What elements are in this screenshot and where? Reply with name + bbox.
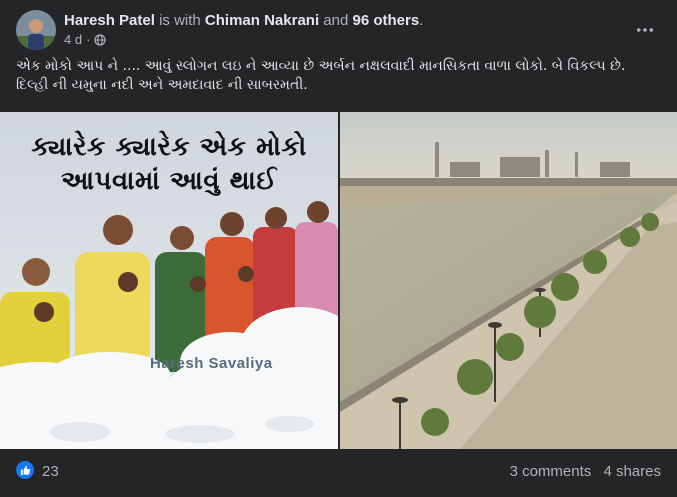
photo-right[interactable] bbox=[340, 112, 677, 449]
post-meta: 4 d · bbox=[64, 32, 107, 48]
shares-count[interactable]: 4 shares bbox=[603, 463, 661, 480]
post-stats: 3 comments 4 shares bbox=[502, 463, 661, 480]
post-author-line: Haresh Patel is with Chiman Nakrani and … bbox=[64, 12, 423, 30]
reactions-count[interactable]: 23 bbox=[42, 463, 59, 480]
poster-title: ક્યારેક ક્યારેક એક મોકો આપવામાં આવું થાઈ bbox=[0, 130, 338, 198]
photo-watermark: Haresh Savaliya bbox=[150, 355, 273, 372]
post-text-line-2: દિલ્હી ની યમુના નદી અને અમદાવાદ ની સાબરમ… bbox=[16, 77, 308, 93]
feed-post: Haresh Patel is with Chiman Nakrani and … bbox=[0, 0, 677, 497]
tagged-person[interactable]: Chiman Nakrani bbox=[205, 12, 319, 29]
poster-title-line-1: ક્યારેક ક્યારેક એક મોકો bbox=[31, 132, 307, 162]
post-media: ક્યારેક ક્યારેક એક મોકો આપવામાં આવું થાઈ… bbox=[0, 112, 677, 449]
post-timestamp[interactable]: 4 d bbox=[64, 32, 82, 48]
post-text-line-1: એક મોકો આપ ને .... આવું સ્લોગન લઇ ને આવ્… bbox=[16, 58, 626, 74]
post-text: એક મોકો આપ ને .... આવું સ્લોગન લઇ ને આવ્… bbox=[16, 57, 661, 95]
author-name[interactable]: Haresh Patel bbox=[64, 12, 155, 29]
avatar-image bbox=[16, 10, 56, 50]
meta-separator: · bbox=[86, 32, 91, 47]
poster-title-line-2: આપવામાં આવું થાઈ bbox=[61, 166, 277, 196]
post-header: Haresh Patel is with Chiman Nakrani and … bbox=[16, 10, 661, 50]
photo-left[interactable]: ક્યારેક ક્યારેક એક મોકો આપવામાં આવું થાઈ… bbox=[0, 112, 338, 449]
period-text: . bbox=[419, 12, 424, 29]
post-footer: 23 3 comments 4 shares bbox=[16, 458, 661, 484]
and-text: and bbox=[323, 12, 349, 29]
comments-count[interactable]: 3 comments bbox=[510, 463, 592, 480]
globe-icon[interactable] bbox=[94, 34, 107, 46]
thumbs-up-icon[interactable] bbox=[16, 461, 34, 479]
author-avatar[interactable] bbox=[16, 10, 56, 50]
tagged-others[interactable]: 96 others bbox=[353, 12, 420, 29]
with-text: is with bbox=[159, 12, 201, 29]
more-options-icon[interactable] bbox=[629, 16, 661, 44]
riverfront-scene bbox=[340, 112, 677, 449]
